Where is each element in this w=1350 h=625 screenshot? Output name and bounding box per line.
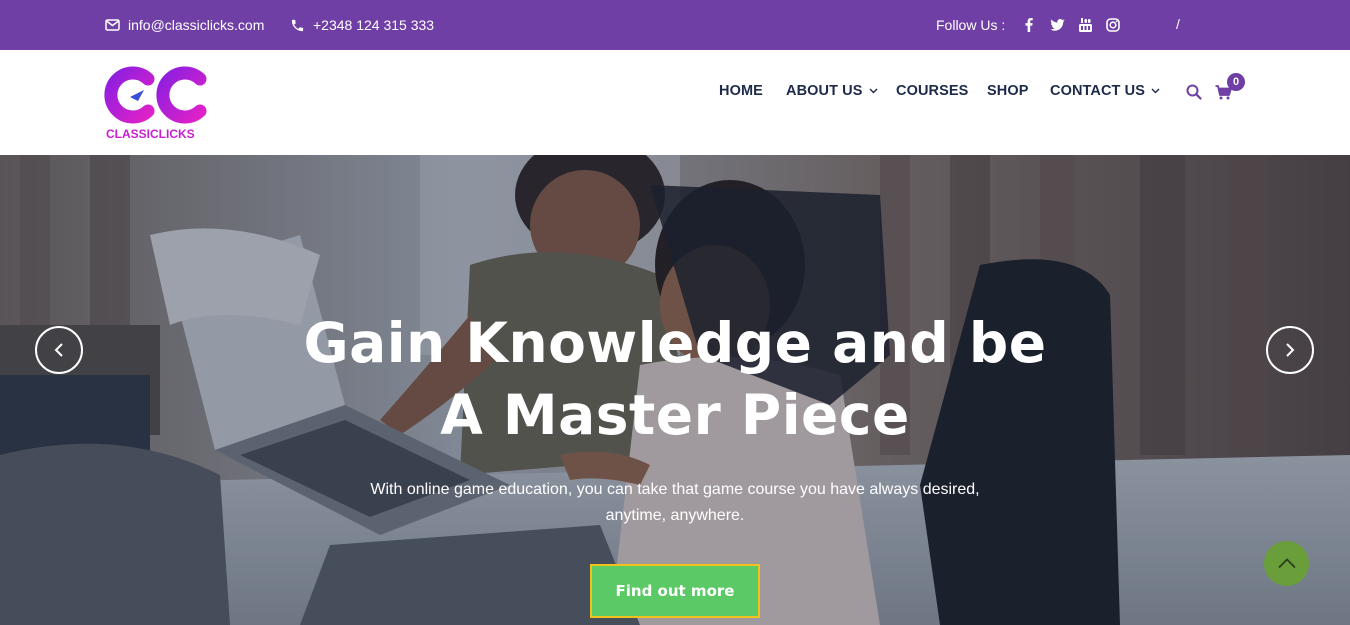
chevron-down-icon xyxy=(869,88,878,94)
nav-courses[interactable]: COURSES xyxy=(896,83,968,99)
cart-count-badge: 0 xyxy=(1227,73,1245,91)
logo-mark-icon xyxy=(104,66,207,124)
envelope-icon xyxy=(105,19,120,31)
hero-subtitle: With online game education, you can take… xyxy=(0,477,1350,529)
nav-home[interactable]: HOME xyxy=(719,83,763,99)
chevron-down-icon xyxy=(1151,88,1160,94)
follow-label: Follow Us : xyxy=(936,17,1006,33)
top-bar: info@classiclicks.com +2348 124 315 333 … xyxy=(0,0,1350,50)
slider-next-button[interactable] xyxy=(1266,326,1314,374)
phone-contact[interactable]: +2348 124 315 333 xyxy=(290,0,434,50)
email-contact[interactable]: info@classiclicks.com xyxy=(105,0,264,50)
search-icon xyxy=(1186,84,1202,100)
topbar-separator: / xyxy=(1176,16,1180,32)
nav-about-label: ABOUT US xyxy=(786,83,863,99)
instagram-icon[interactable] xyxy=(1099,15,1127,35)
twitter-icon[interactable] xyxy=(1043,15,1071,35)
nav-shop[interactable]: SHOP xyxy=(987,83,1029,99)
youtube-icon[interactable] xyxy=(1071,15,1099,35)
logo-text: CLASSICLICKS xyxy=(106,127,195,141)
hero-title: Gain Knowledge and be A Master Piece xyxy=(0,307,1350,451)
phone-text: +2348 124 315 333 xyxy=(313,17,435,33)
slider-prev-button[interactable] xyxy=(35,326,83,374)
chevron-up-icon xyxy=(1277,558,1296,569)
hero-subtitle-line1: With online game education, you can take… xyxy=(370,481,980,498)
chevron-right-icon xyxy=(1286,343,1295,357)
chevron-left-icon xyxy=(54,343,63,357)
site-logo[interactable]: CLASSICLICKS xyxy=(104,65,208,141)
scroll-to-top-button[interactable] xyxy=(1264,541,1309,586)
search-button[interactable] xyxy=(1185,83,1203,101)
facebook-icon[interactable] xyxy=(1015,15,1043,35)
find-out-more-button[interactable]: Find out more xyxy=(590,564,760,618)
phone-icon xyxy=(291,19,304,31)
hero-title-line1: Gain Knowledge and be xyxy=(303,311,1047,375)
hero-title-line2: A Master Piece xyxy=(440,383,910,447)
email-text: info@classiclicks.com xyxy=(128,17,265,33)
main-header: CLASSICLICKS HOME ABOUT US COURSES SHOP … xyxy=(0,50,1350,155)
social-links: Follow Us : xyxy=(936,0,1127,50)
nav-contact-label: CONTACT US xyxy=(1050,83,1145,99)
hero-slider: Gain Knowledge and be A Master Piece Wit… xyxy=(0,155,1350,625)
hero-subtitle-line2: anytime, anywhere. xyxy=(605,507,745,524)
nav-contact-us[interactable]: CONTACT US xyxy=(1050,83,1160,99)
nav-about-us[interactable]: ABOUT US xyxy=(786,83,878,99)
